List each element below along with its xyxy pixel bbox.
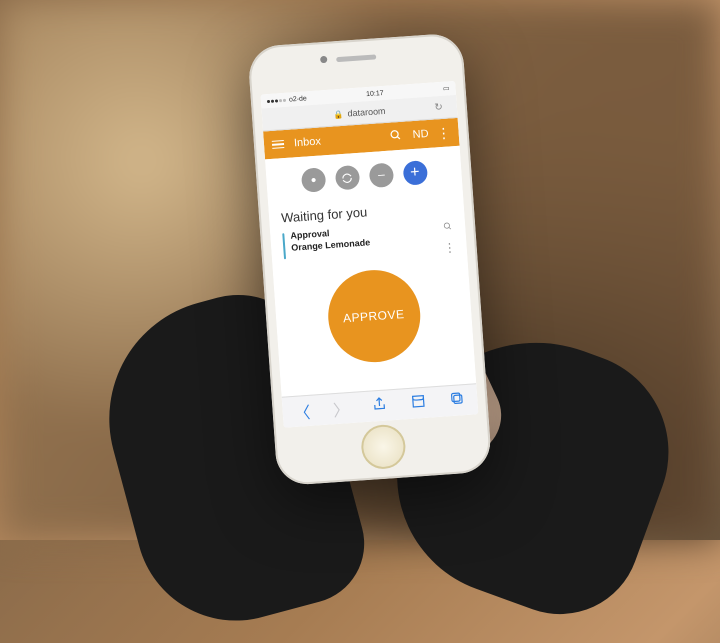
user-initials[interactable]: ND [412,128,427,141]
phone-camera [319,56,326,63]
clock: 10:17 [365,89,383,97]
item-text: Approval Orange Lemonade [290,221,437,255]
hamburger-icon[interactable] [271,140,284,149]
add-button[interactable]: + [402,160,428,186]
bookmarks-icon[interactable] [410,392,427,414]
share-icon[interactable] [371,395,388,417]
action-circle-3[interactable] [368,163,394,189]
item-accent-bar [282,233,286,259]
phone-device: o2-de 10:17 ▭ 🔒 dataroom ↻ Inbox ND ⋮ [247,32,492,486]
signal-dots-icon [266,98,285,102]
action-circle-1[interactable] [300,167,326,193]
list-item[interactable]: Approval Orange Lemonade ⋮ [282,219,455,261]
forward-icon[interactable]: 〉 [332,396,350,421]
back-icon[interactable]: 〈 [293,399,311,424]
screen: o2-de 10:17 ▭ 🔒 dataroom ↻ Inbox ND ⋮ [260,81,478,428]
item-search-icon[interactable] [442,220,452,234]
battery-icon: ▭ [442,84,449,92]
carrier-label: o2-de [288,95,306,103]
overflow-icon[interactable]: ⋮ [436,130,450,135]
page-title: Inbox [293,135,321,149]
approve-label: APPROVE [342,307,404,325]
refresh-icon[interactable] [334,165,360,191]
item-more-icon[interactable]: ⋮ [442,236,454,250]
content-area: Waiting for you Approval Orange Lemonade… [268,194,476,397]
plus-icon: + [409,164,420,183]
home-button[interactable] [359,423,406,470]
tabs-icon[interactable] [449,389,466,411]
search-icon[interactable] [388,128,403,144]
approve-button[interactable]: APPROVE [324,267,422,365]
lock-icon: 🔒 [333,109,344,119]
reload-icon[interactable]: ↻ [434,101,443,113]
url-domain: dataroom [347,106,386,119]
phone-speaker [335,54,375,62]
